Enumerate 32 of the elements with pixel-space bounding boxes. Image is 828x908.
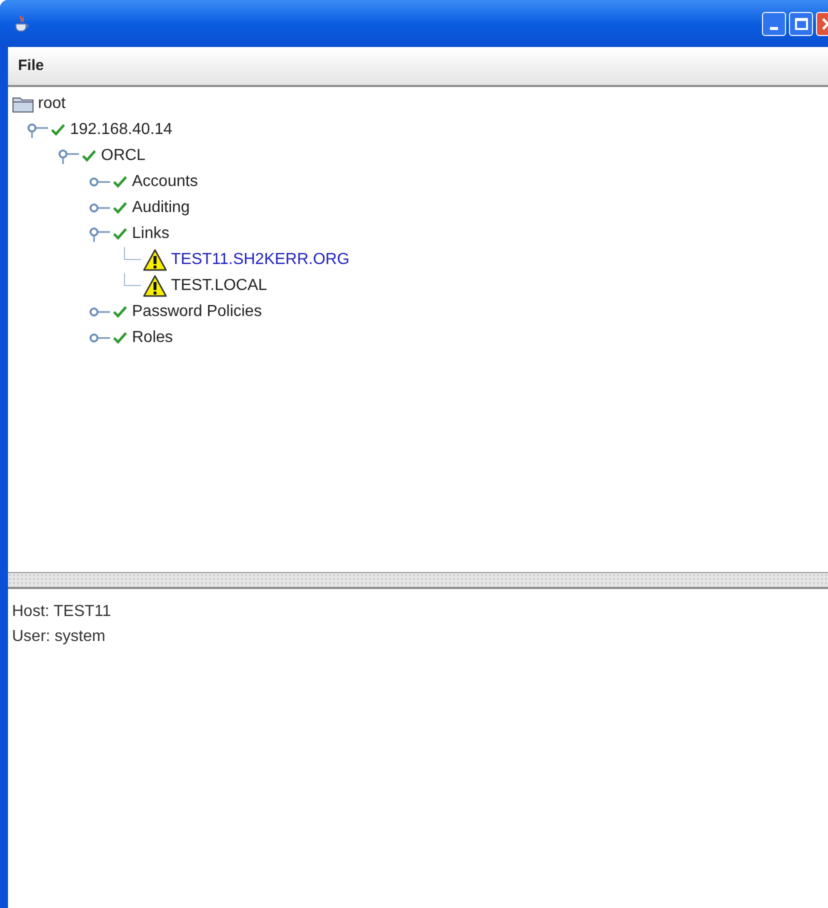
- coffee-cup-icon: [14, 14, 30, 32]
- expanded-handle-icon[interactable]: [26, 122, 50, 138]
- tree-item[interactable]: Accounts: [132, 170, 198, 194]
- expanded-handle-icon[interactable]: [57, 148, 81, 164]
- check-icon: [112, 200, 128, 216]
- maximize-button[interactable]: [789, 12, 813, 36]
- minimize-icon: [770, 26, 778, 30]
- check-icon: [50, 122, 66, 138]
- tree-item[interactable]: Roles: [132, 326, 173, 350]
- expanded-handle-icon[interactable]: [88, 226, 112, 242]
- maximize-icon: [794, 18, 808, 30]
- check-icon: [112, 174, 128, 190]
- warning-icon: [143, 275, 167, 297]
- warning-icon: [143, 249, 167, 271]
- tree-item[interactable]: 192.168.40.14: [70, 118, 172, 142]
- check-icon: [112, 226, 128, 242]
- check-icon: [81, 148, 97, 164]
- menu-item[interactable]: File: [16, 54, 46, 78]
- tree-item[interactable]: Links: [132, 222, 170, 246]
- tree-item[interactable]: root: [38, 92, 66, 116]
- tree-connector-line: [124, 247, 141, 260]
- tree-connector-line: [124, 273, 141, 286]
- check-icon: [112, 304, 128, 320]
- tree-item[interactable]: TEST.LOCAL: [171, 274, 268, 298]
- check-icon: [112, 330, 128, 346]
- detail-line: User: system: [12, 627, 106, 647]
- tree-item[interactable]: Auditing: [132, 196, 190, 220]
- tree-item[interactable]: TEST11.SH2KERR.ORG: [171, 248, 350, 272]
- minimize-button[interactable]: [762, 12, 786, 36]
- tree-item[interactable]: ORCL: [101, 144, 146, 168]
- tree-item[interactable]: Password Policies: [132, 300, 262, 324]
- detail-line: Host: TEST11: [12, 602, 111, 622]
